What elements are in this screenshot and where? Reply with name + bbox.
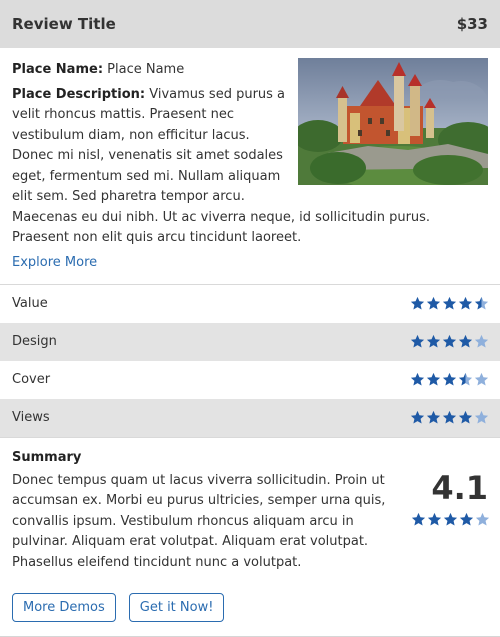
star-icon [474,296,489,310]
star-icon [442,372,457,386]
star-rating [410,296,489,311]
star-icon [410,410,425,424]
ratings-list: Value Design Cover Views [0,283,500,437]
rating-row-design: Design [0,322,500,361]
star-icon [442,410,457,424]
star-icon [474,372,489,386]
summary-title: Summary [12,449,82,465]
star-icon [426,410,441,424]
star-icon [475,512,490,525]
review-price: $33 [456,15,488,33]
place-name-value: Place Name [107,62,185,77]
more-demos-button[interactable]: More Demos [12,593,116,622]
rating-row-views: Views [0,398,500,437]
review-card: Review Title $33 Place Name: Place Name … [0,0,500,637]
star-icon [410,372,425,386]
star-icon [442,296,457,310]
star-icon [443,512,458,525]
place-description-label: Place Description: [12,86,146,102]
review-title: Review Title [12,15,116,33]
place-section: Place Name: Place Name Place Description… [0,48,500,284]
rating-label: Cover [12,372,51,387]
rating-label: Design [12,334,57,349]
star-rating [410,334,489,349]
star-icon [458,334,473,348]
star-icon [426,334,441,348]
castle-photo [298,58,488,185]
action-buttons: More Demos Get it Now! [12,593,488,622]
summary-text: Donec tempus quam ut lacus viverra solli… [12,472,386,570]
star-icon [474,334,489,348]
place-name-label: Place Name: [12,62,104,77]
star-icon [426,296,441,310]
score-value: 4.1 [431,468,488,507]
star-icon [410,296,425,310]
rating-row-cover: Cover [0,361,500,399]
star-rating [411,512,490,527]
rating-row-value: Value [0,285,500,323]
star-icon [410,334,425,348]
star-icon [459,512,474,525]
star-icon [427,512,442,525]
star-icon [442,334,457,348]
star-rating [410,372,489,387]
get-it-now-button[interactable]: Get it Now! [128,593,225,622]
review-header: Review Title $33 [0,0,500,48]
rating-label: Value [12,296,48,311]
star-icon [458,296,473,310]
star-icon [411,512,426,525]
overall-score: 4.1 [411,470,490,527]
summary-section: Summary Donec tempus quam ut lacus viver… [0,436,500,637]
star-icon [458,372,473,386]
star-rating [410,410,489,425]
star-icon [458,410,473,424]
explore-more-link[interactable]: Explore More [12,255,97,270]
star-icon [426,372,441,386]
rating-label: Views [12,410,50,425]
star-icon [474,410,489,424]
